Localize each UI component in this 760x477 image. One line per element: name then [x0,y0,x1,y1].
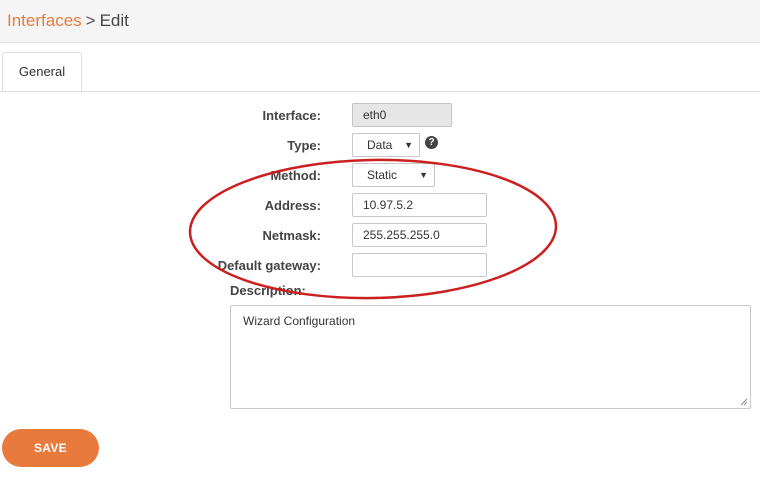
method-label: Method: [270,168,321,183]
page-header: Interfaces > Edit [0,0,760,43]
method-select-value: Static [367,168,398,182]
description-label: Description: [230,283,306,298]
address-label: Address: [264,198,321,213]
chevron-down-icon: ▼ [419,170,428,180]
netmask-input[interactable]: 255.255.255.0 [352,223,487,247]
breadcrumb-separator: > [85,11,96,30]
interface-field: eth0 [352,103,452,127]
gateway-label: Default gateway: [217,258,321,273]
tab-general[interactable]: General [2,52,82,92]
type-select[interactable]: Data ▼ [352,133,420,157]
gateway-input[interactable] [352,253,487,277]
tab-divider [0,91,760,92]
type-label: Type: [287,138,321,153]
netmask-label: Netmask: [262,228,321,243]
breadcrumb-current: Edit [99,11,129,30]
question-circle-icon[interactable]: ? [425,136,438,149]
description-textarea[interactable]: Wizard Configuration [230,305,751,409]
breadcrumb: Interfaces > Edit [7,11,129,31]
breadcrumb-interfaces-link[interactable]: Interfaces [7,11,82,30]
method-select[interactable]: Static ▼ [352,163,435,187]
interface-label: Interface: [262,108,321,123]
description-text: Wizard Configuration [243,314,356,328]
address-input[interactable]: 10.97.5.2 [352,193,487,217]
chevron-down-icon: ▼ [404,140,413,150]
type-select-value: Data [367,138,393,152]
resize-handle-icon[interactable] [740,398,748,406]
save-button[interactable]: SAVE [2,429,99,467]
